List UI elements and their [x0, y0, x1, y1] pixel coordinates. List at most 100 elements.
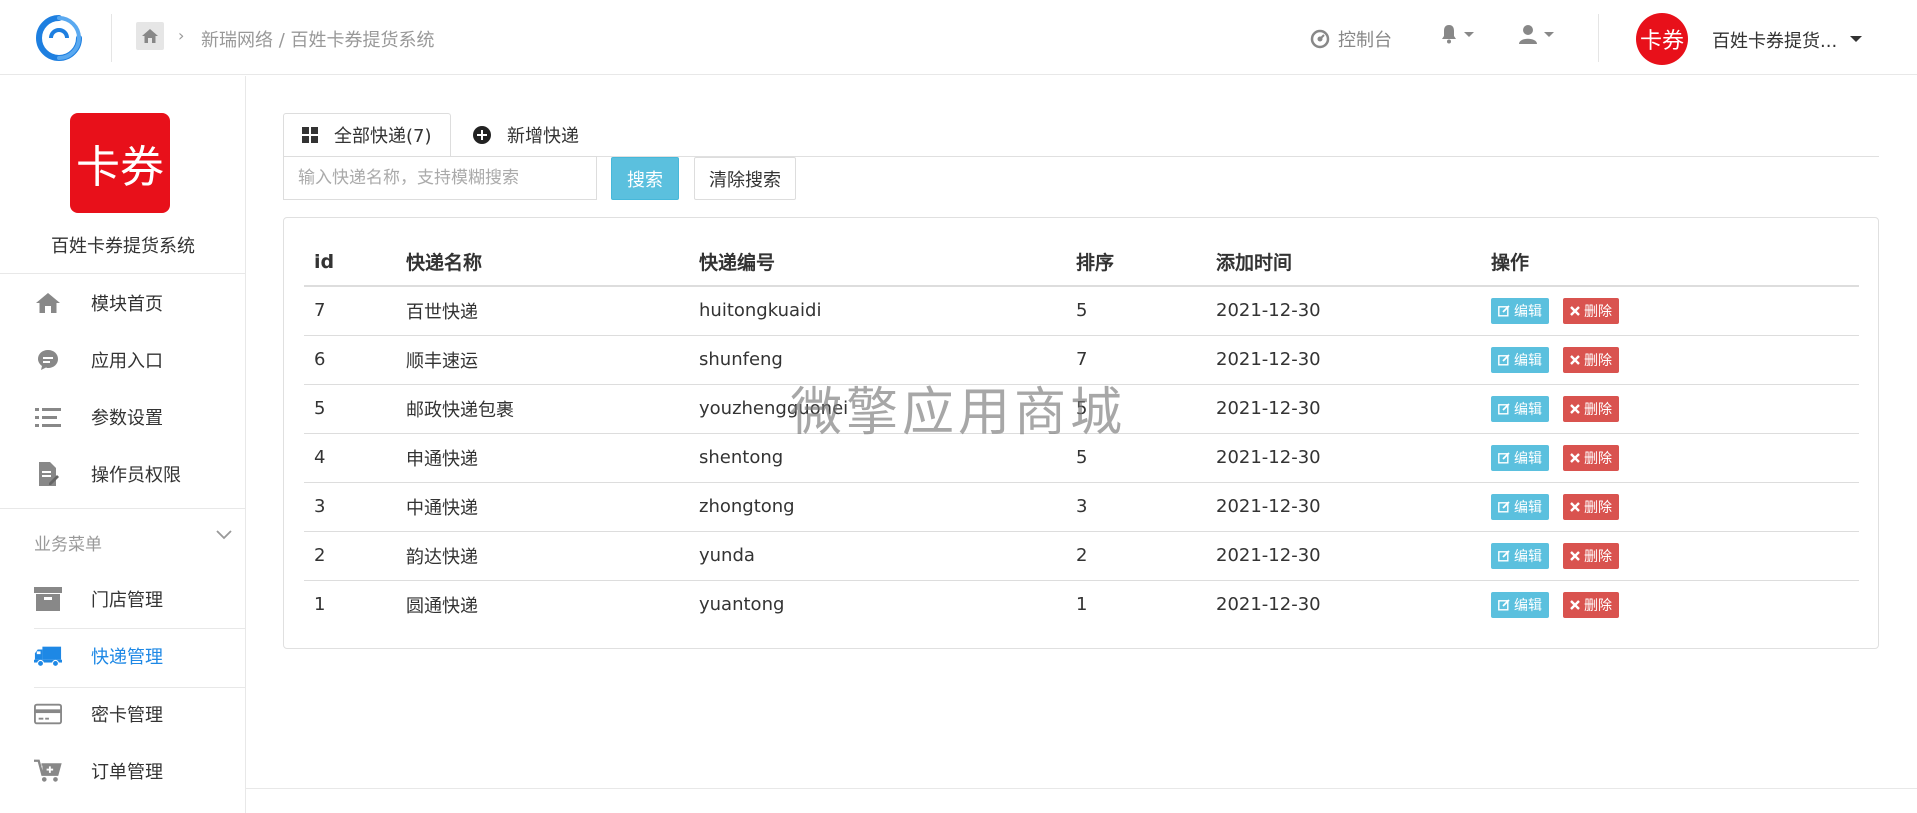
cell-date: 2021-12-30 [1206, 335, 1481, 385]
sidebar-item-store-management[interactable]: 门店管理 [0, 571, 246, 627]
cell-code: youzhengguonei [689, 384, 1066, 434]
column-header: 快递名称 [396, 238, 689, 287]
edit-icon [1498, 353, 1510, 365]
bell-icon [1442, 25, 1456, 44]
notifications-dropdown[interactable] [1440, 24, 1474, 44]
sidebar-item-label: 模块首页 [91, 294, 163, 315]
chevron-down-icon[interactable] [216, 530, 232, 540]
cell-id: 6 [304, 335, 396, 385]
edit-button[interactable]: 编辑 [1491, 395, 1549, 422]
edit-icon [1498, 549, 1510, 561]
sidebar-item-order-management[interactable]: 订单管理 [0, 743, 246, 799]
delete-label: 删除 [1584, 450, 1612, 467]
cell-date: 2021-12-30 [1206, 482, 1481, 532]
delete-button[interactable]: 删除 [1563, 346, 1619, 373]
user-dropdown[interactable] [1518, 24, 1554, 44]
chat-bubble-icon [34, 346, 62, 374]
delete-button[interactable]: 删除 [1563, 395, 1619, 422]
sidebar-item-card-management[interactable]: 密卡管理 [0, 686, 246, 742]
sidebar-item-module-home[interactable]: 模块首页 [0, 275, 246, 331]
sidebar: 卡券 百姓卡券提货系统 模块首页 应用入口 参数设置 操作员权限 业务菜单 门店… [0, 76, 246, 813]
chevron-right-icon: › [178, 26, 185, 45]
header-divider [1598, 14, 1599, 62]
column-header: 排序 [1066, 238, 1206, 287]
sidebar-item-settings[interactable]: 参数设置 [0, 389, 246, 445]
cell-sort: 5 [1066, 384, 1206, 434]
sidebar-item-operator-permissions[interactable]: 操作员权限 [0, 446, 246, 502]
delete-label: 删除 [1584, 352, 1612, 369]
console-link[interactable]: 控制台 [1310, 26, 1392, 52]
close-icon [1570, 550, 1580, 561]
column-header: 快递编号 [689, 238, 1066, 287]
section-title: 业务菜单 [34, 535, 102, 555]
credit-card-icon [34, 700, 62, 728]
cell-date: 2021-12-30 [1206, 286, 1481, 336]
top-bar: › 新瑞网络 / 百姓卡券提货系统 控制台 卡券 百姓卡券提货... [0, 0, 1917, 75]
close-icon [1570, 354, 1580, 365]
delete-button[interactable]: 删除 [1563, 591, 1619, 618]
sidebar-item-label: 操作员权限 [91, 465, 181, 486]
caret-down-icon[interactable] [1850, 36, 1862, 42]
cell-sort: 7 [1066, 335, 1206, 385]
brand-logo: 卡券 [70, 113, 170, 213]
list-settings-icon [34, 403, 62, 431]
edit-button[interactable]: 编辑 [1491, 346, 1549, 373]
grid-icon [302, 127, 318, 143]
clear-search-button[interactable]: 清除搜索 [694, 157, 796, 200]
tab-add-express[interactable]: 新增快递 [455, 113, 597, 157]
edit-button[interactable]: 编辑 [1491, 493, 1549, 520]
delete-button[interactable]: 删除 [1563, 297, 1619, 324]
console-label: 控制台 [1338, 30, 1392, 51]
cell-date: 2021-12-30 [1206, 384, 1481, 434]
divider [0, 508, 246, 509]
column-header: id [304, 238, 396, 287]
table-row: 2 韵达快递 yunda 2 2021-12-30 编辑 删除 [304, 531, 1859, 581]
cell-id: 4 [304, 433, 396, 483]
cell-name: 顺丰速运 [396, 335, 689, 385]
close-icon [1570, 501, 1580, 512]
edit-icon [1498, 402, 1510, 414]
cell-sort: 5 [1066, 433, 1206, 483]
breadcrumb[interactable]: 新瑞网络 / 百姓卡券提货系统 [201, 26, 435, 52]
edit-button[interactable]: 编辑 [1491, 444, 1549, 471]
edit-button[interactable]: 编辑 [1491, 542, 1549, 569]
caret-down-icon [1544, 31, 1554, 37]
avatar[interactable]: 卡券 [1636, 13, 1688, 65]
cell-actions: 编辑 删除 [1481, 433, 1859, 483]
search-button[interactable]: 搜索 [611, 157, 679, 200]
file-edit-icon [34, 460, 62, 488]
truck-icon [34, 642, 62, 670]
sidebar-item-app-entry[interactable]: 应用入口 [0, 332, 246, 388]
edit-button[interactable]: 编辑 [1491, 297, 1549, 324]
cell-id: 3 [304, 482, 396, 532]
app-logo-icon[interactable] [33, 14, 85, 62]
cell-actions: 编辑 删除 [1481, 286, 1859, 336]
home-icon[interactable] [136, 22, 164, 50]
tab-all-express[interactable]: 全部快递(7) [283, 113, 451, 157]
account-name[interactable]: 百姓卡券提货... [1712, 27, 1837, 53]
delete-button[interactable]: 删除 [1563, 444, 1619, 471]
table-row: 6 顺丰速运 shunfeng 7 2021-12-30 编辑 删除 [304, 335, 1859, 385]
delete-button[interactable]: 删除 [1563, 493, 1619, 520]
edit-label: 编辑 [1514, 303, 1542, 320]
delete-label: 删除 [1584, 401, 1612, 418]
cell-id: 2 [304, 531, 396, 581]
search-input[interactable] [283, 156, 597, 200]
cell-date: 2021-12-30 [1206, 433, 1481, 483]
edit-label: 编辑 [1514, 450, 1542, 467]
cell-sort: 2 [1066, 531, 1206, 581]
cell-actions: 编辑 删除 [1481, 531, 1859, 581]
edit-label: 编辑 [1514, 499, 1542, 516]
cell-actions: 编辑 删除 [1481, 580, 1859, 629]
delete-button[interactable]: 删除 [1563, 542, 1619, 569]
edit-button[interactable]: 编辑 [1491, 591, 1549, 618]
edit-icon [1498, 451, 1510, 463]
sidebar-item-express-management[interactable]: 快递管理 [0, 628, 246, 684]
plus-circle-icon [473, 126, 491, 144]
table-header-row: id 快递名称 快递编号 排序 添加时间 操作 [304, 238, 1859, 287]
cell-code: yuantong [699, 594, 785, 616]
delete-label: 删除 [1584, 548, 1612, 565]
cell-actions: 编辑 删除 [1481, 335, 1859, 385]
cell-date: 2021-12-30 [1216, 594, 1321, 616]
dashboard-icon [1310, 29, 1330, 49]
